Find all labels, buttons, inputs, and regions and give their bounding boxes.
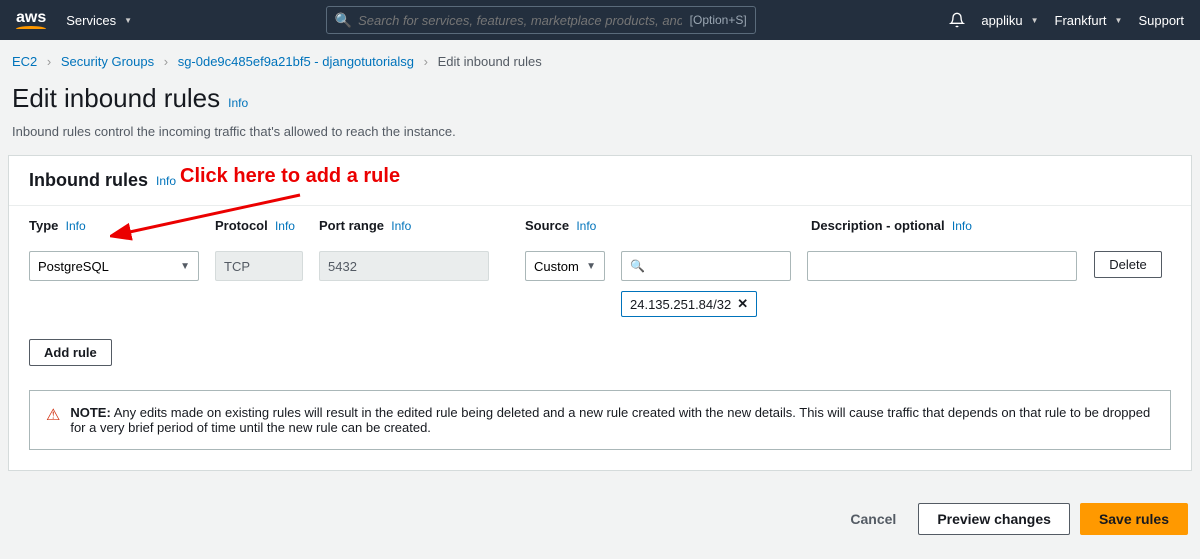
chevron-right-icon: › xyxy=(47,54,51,69)
rule-row: PostgreSQL ▼ TCP 5432 Custom ▼ 🔍 xyxy=(9,239,1191,329)
description-input[interactable] xyxy=(807,251,1077,281)
port-range-field: 5432 xyxy=(319,251,489,281)
type-select-value: PostgreSQL xyxy=(38,259,109,274)
aws-logo[interactable]: aws xyxy=(16,9,46,31)
source-mode-select[interactable]: Custom ▼ xyxy=(525,251,605,281)
col-description-label: Description - optional xyxy=(811,218,945,233)
global-search-wrap: 🔍 [Option+S] xyxy=(152,6,929,34)
col-type-info[interactable]: Info xyxy=(66,219,86,233)
col-type-label: Type xyxy=(29,218,58,233)
source-search-input[interactable]: 🔍 xyxy=(621,251,791,281)
search-shortcut-hint: [Option+S] xyxy=(690,13,747,27)
global-search-input[interactable] xyxy=(358,13,682,28)
page-subtitle: Inbound rules control the incoming traff… xyxy=(12,124,1188,139)
protocol-field: TCP xyxy=(215,251,303,281)
inbound-rules-panel: Inbound rules Info Type Info Protocol In… xyxy=(8,155,1192,471)
nav-right: appliku Frankfurt Support xyxy=(949,12,1184,28)
panel-info-link[interactable]: Info xyxy=(156,174,176,188)
source-mode-value: Custom xyxy=(534,259,579,274)
col-port-label: Port range xyxy=(319,218,384,233)
panel-header: Inbound rules Info xyxy=(9,156,1191,206)
page-title: Edit inbound rules xyxy=(12,83,220,114)
breadcrumb: EC2 › Security Groups › sg-0de9c485ef9a2… xyxy=(0,40,1200,83)
source-cidr-value: 24.135.251.84/32 xyxy=(630,297,731,312)
note-label: NOTE: xyxy=(70,405,110,420)
col-description-info[interactable]: Info xyxy=(952,219,972,233)
port-range-value: 5432 xyxy=(328,259,357,274)
source-cidr-tag: 24.135.251.84/32 ✕ xyxy=(621,291,757,317)
col-source-label: Source xyxy=(525,218,569,233)
rules-columns-header: Type Info Protocol Info Port range Info … xyxy=(9,206,1191,239)
services-menu[interactable]: Services xyxy=(66,13,132,28)
note-box: ⚠ NOTE: Any edits made on existing rules… xyxy=(29,390,1171,450)
note-text-wrap: NOTE: Any edits made on existing rules w… xyxy=(70,405,1154,435)
warning-icon: ⚠ xyxy=(46,405,60,435)
save-rules-button[interactable]: Save rules xyxy=(1080,503,1188,535)
account-menu[interactable]: appliku xyxy=(981,13,1038,28)
chevron-down-icon: ▼ xyxy=(586,261,596,272)
page-info-link[interactable]: Info xyxy=(228,96,248,110)
support-menu[interactable]: Support xyxy=(1138,13,1184,28)
type-select[interactable]: PostgreSQL ▼ xyxy=(29,251,199,281)
top-nav: aws Services 🔍 [Option+S] appliku Frankf… xyxy=(0,0,1200,40)
breadcrumb-sg[interactable]: sg-0de9c485ef9a21bf5 - djangotutorialsg xyxy=(178,54,414,69)
search-icon: 🔍 xyxy=(630,259,645,273)
chevron-right-icon: › xyxy=(424,54,428,69)
add-rule-button[interactable]: Add rule xyxy=(29,339,112,366)
page-header: Edit inbound rules Info Inbound rules co… xyxy=(0,83,1200,155)
breadcrumb-ec2[interactable]: EC2 xyxy=(12,54,37,69)
preview-changes-button[interactable]: Preview changes xyxy=(918,503,1070,535)
chevron-down-icon: ▼ xyxy=(180,261,190,272)
cancel-button[interactable]: Cancel xyxy=(838,503,908,535)
breadcrumb-security-groups[interactable]: Security Groups xyxy=(61,54,154,69)
delete-rule-button[interactable]: Delete xyxy=(1094,251,1162,278)
breadcrumb-current: Edit inbound rules xyxy=(438,54,542,69)
region-selector[interactable]: Frankfurt xyxy=(1055,13,1123,28)
col-protocol-label: Protocol xyxy=(215,218,268,233)
note-text: Any edits made on existing rules will re… xyxy=(70,405,1150,435)
protocol-value: TCP xyxy=(224,259,250,274)
footer-actions: Cancel Preview changes Save rules xyxy=(0,487,1200,559)
notifications-icon[interactable] xyxy=(949,12,965,28)
col-source-info[interactable]: Info xyxy=(576,219,596,233)
remove-cidr-icon[interactable]: ✕ xyxy=(737,296,748,312)
col-protocol-info[interactable]: Info xyxy=(275,219,295,233)
panel-title: Inbound rules xyxy=(29,170,148,191)
search-icon: 🔍 xyxy=(335,12,352,29)
global-search[interactable]: 🔍 [Option+S] xyxy=(326,6,756,34)
chevron-right-icon: › xyxy=(164,54,168,69)
col-port-info[interactable]: Info xyxy=(391,219,411,233)
